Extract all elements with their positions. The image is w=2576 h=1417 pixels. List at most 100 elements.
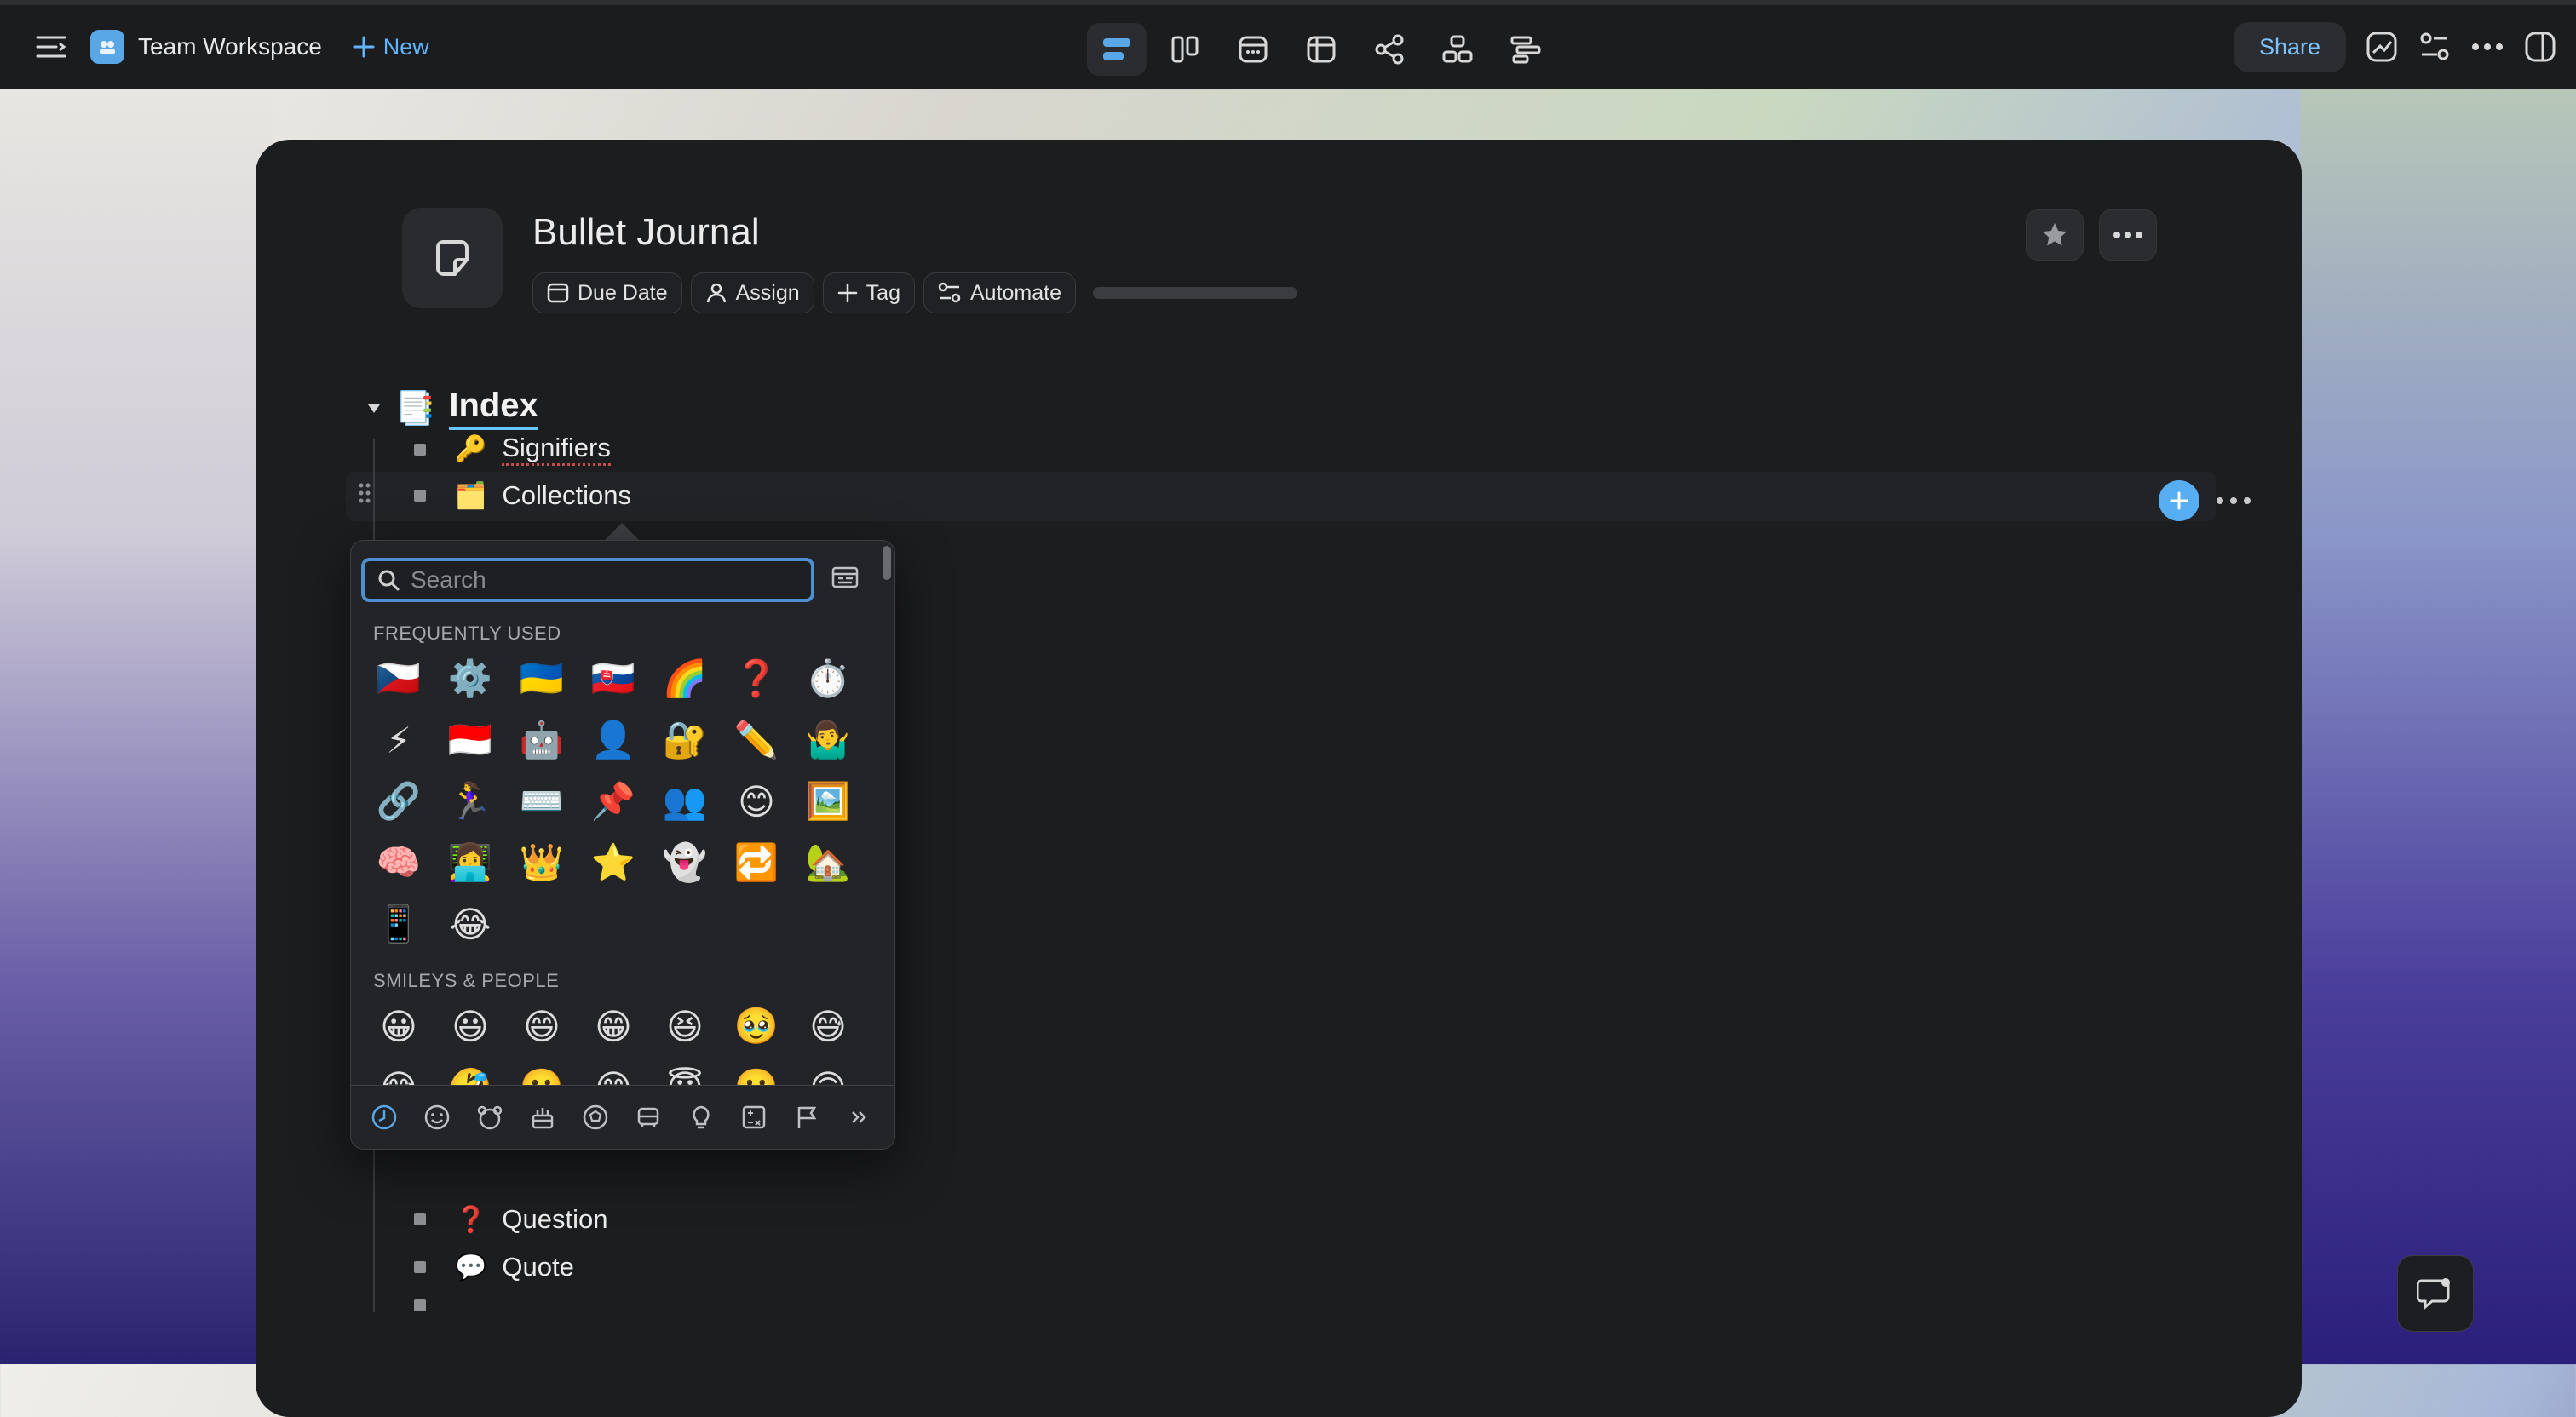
symbols-icon[interactable] xyxy=(733,1096,775,1139)
picker-scrollbar[interactable] xyxy=(883,546,891,580)
bullet[interactable] xyxy=(414,1261,426,1273)
settings-sliders-icon[interactable] xyxy=(2418,30,2452,64)
due-date-chip[interactable]: Due Date xyxy=(532,272,682,313)
gantt-view-icon xyxy=(1510,36,1541,64)
emoji-cell[interactable]: 🌈 xyxy=(649,653,721,704)
more-icon[interactable] xyxy=(2470,30,2504,64)
chevrons-right-icon[interactable] xyxy=(838,1096,881,1139)
assign-chip[interactable]: Assign xyxy=(690,272,814,313)
page-title[interactable]: Bullet Journal xyxy=(532,211,760,254)
emoji-cell[interactable]: 🤖 xyxy=(506,714,578,766)
list-item-empty[interactable] xyxy=(414,1299,455,1311)
emoji-search-input[interactable] xyxy=(409,565,770,594)
feedback-chat-button[interactable] xyxy=(2397,1255,2474,1332)
smiley-icon[interactable] xyxy=(416,1096,458,1139)
list-item-quote[interactable]: 💬 Quote xyxy=(414,1252,574,1282)
food-icon[interactable] xyxy=(521,1096,564,1139)
list-view-button[interactable] xyxy=(1087,23,1147,76)
ball-icon[interactable] xyxy=(574,1096,617,1139)
emoji-cell[interactable]: 🇮🇩 xyxy=(434,714,506,766)
org-view-button[interactable] xyxy=(1428,23,1487,76)
mindmap-view-button[interactable] xyxy=(1360,23,1419,76)
new-label: New xyxy=(382,33,429,60)
emoji-cell[interactable]: 🇺🇦 xyxy=(506,653,578,704)
bullet[interactable] xyxy=(414,490,426,502)
side-panel-icon[interactable] xyxy=(2523,30,2557,64)
emoji-cell[interactable]: 😁 xyxy=(578,1001,649,1052)
emoji-cell[interactable]: ❓ xyxy=(721,653,792,704)
bullet[interactable] xyxy=(414,1299,426,1311)
table-view-button[interactable] xyxy=(1291,23,1351,76)
chat-icon xyxy=(2417,1278,2450,1311)
emoji-cell[interactable]: 📱 xyxy=(363,898,434,949)
assign-label: Assign xyxy=(735,280,800,305)
list-item-collections[interactable]: 🗂️ Collections xyxy=(414,480,631,511)
favorite-button[interactable] xyxy=(2026,209,2084,261)
emoji-cell[interactable]: 🥹 xyxy=(721,1001,792,1052)
bullet[interactable] xyxy=(414,443,426,456)
page-more-button[interactable] xyxy=(2099,209,2157,261)
item-emoji: 🗂️ xyxy=(455,480,487,511)
add-item-button[interactable] xyxy=(2159,480,2199,521)
emoji-cell[interactable]: 😆 xyxy=(649,1001,721,1052)
emoji-cell[interactable]: 👑 xyxy=(506,837,578,888)
emoji-cell[interactable]: 🧠 xyxy=(363,837,434,888)
drag-handle-icon[interactable] xyxy=(358,482,371,510)
emoji-cell[interactable]: 👥 xyxy=(649,776,721,827)
emoji-cell[interactable]: 📌 xyxy=(578,776,649,827)
emoji-cell[interactable]: ✏️ xyxy=(721,714,792,766)
emoji-cell[interactable]: 🤷‍♂️ xyxy=(792,714,864,766)
flag-icon[interactable] xyxy=(785,1096,828,1139)
bear-icon[interactable] xyxy=(469,1096,511,1139)
emoji-cell[interactable]: ⏱️ xyxy=(792,653,864,704)
emoji-cell[interactable]: 🏃‍♀️ xyxy=(434,776,506,827)
emoji-cell[interactable]: 🔐 xyxy=(649,714,721,766)
new-button[interactable]: New xyxy=(353,34,429,60)
workspace-switcher[interactable]: Team Workspace xyxy=(90,30,322,64)
list-item-signifiers[interactable]: 🔑 Signifiers xyxy=(414,433,611,466)
board-view-button[interactable] xyxy=(1155,23,1215,76)
emoji-cell[interactable]: 👩‍💻 xyxy=(434,837,506,888)
character-viewer-icon[interactable] xyxy=(831,566,859,593)
emoji-cell[interactable]: 🇨🇿 xyxy=(363,653,434,704)
analytics-icon[interactable] xyxy=(2365,30,2399,64)
gantt-view-button[interactable] xyxy=(1496,23,1555,76)
emoji-cell[interactable]: 🇸🇰 xyxy=(578,653,649,704)
progress-bar xyxy=(1093,287,1297,299)
emoji-cell[interactable]: 👻 xyxy=(649,837,721,888)
emoji-cell[interactable]: 😂 xyxy=(434,898,506,949)
emoji-cell[interactable]: 😅 xyxy=(792,1001,864,1052)
bullet[interactable] xyxy=(414,1213,426,1225)
share-button[interactable]: Share xyxy=(2233,21,2346,72)
index-title: Index xyxy=(449,387,538,430)
index-heading-row[interactable]: 📑 Index xyxy=(366,387,538,430)
calendar-view-button[interactable] xyxy=(1223,23,1283,76)
row-more-button[interactable] xyxy=(2210,480,2257,521)
emoji-cell[interactable]: 😊 xyxy=(721,776,792,827)
emoji-cell[interactable]: 🖼️ xyxy=(792,776,864,827)
item-label: Quote xyxy=(502,1252,574,1282)
emoji-cell[interactable]: 😃 xyxy=(434,1001,506,1052)
bulb-icon[interactable] xyxy=(680,1096,722,1139)
automate-chip[interactable]: Automate xyxy=(923,272,1076,313)
list-view-icon xyxy=(1103,38,1130,60)
emoji-cell[interactable]: ⚙️ xyxy=(434,653,506,704)
emoji-cell[interactable]: 😀 xyxy=(363,1001,434,1052)
page-icon[interactable] xyxy=(402,208,503,308)
emoji-cell[interactable]: 🔗 xyxy=(363,776,434,827)
emoji-cell[interactable]: 🔁 xyxy=(721,837,792,888)
tag-chip[interactable]: Tag xyxy=(822,272,915,313)
car-icon[interactable] xyxy=(627,1096,670,1139)
emoji-cell[interactable]: 👤 xyxy=(578,714,649,766)
emoji-cell[interactable]: ⌨️ xyxy=(506,776,578,827)
clock-icon[interactable] xyxy=(363,1096,405,1139)
background-right xyxy=(2300,89,2576,1364)
collapse-triangle-icon[interactable] xyxy=(366,403,382,415)
sidebar-toggle-icon[interactable] xyxy=(34,30,68,64)
emoji-cell[interactable]: 😄 xyxy=(506,1001,578,1052)
emoji-cell[interactable]: ⚡ xyxy=(363,714,434,766)
list-item-question[interactable]: ❓ Question xyxy=(414,1204,607,1235)
emoji-cell[interactable]: 🏡 xyxy=(792,837,864,888)
emoji-cell[interactable]: ⭐ xyxy=(578,837,649,888)
emoji-search-box[interactable] xyxy=(361,558,814,602)
